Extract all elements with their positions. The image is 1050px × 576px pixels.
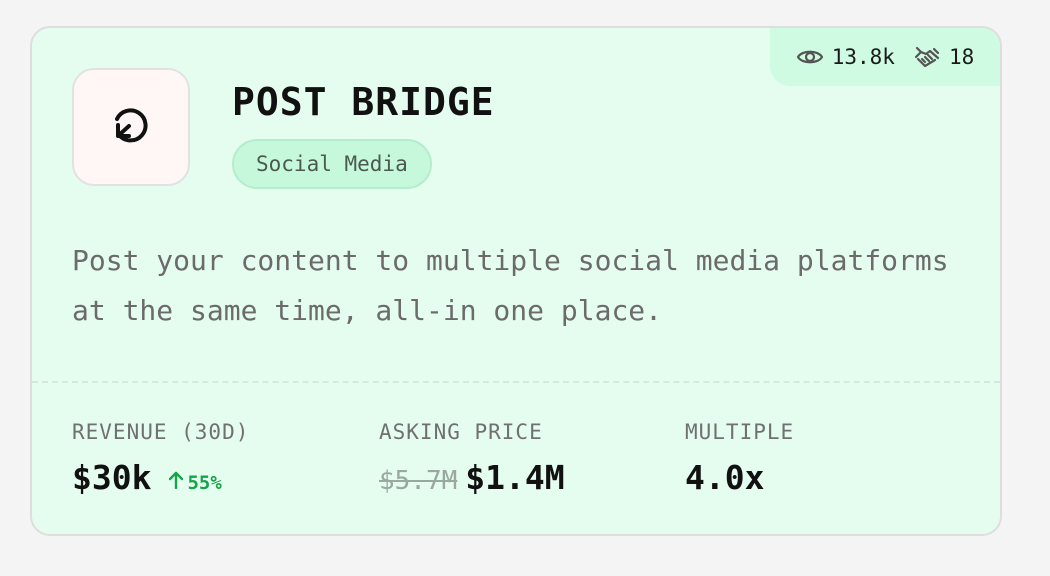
multiple-metric: MULTIPLE 4.0x xyxy=(685,420,794,497)
asking-price-label: ASKING PRICE xyxy=(379,420,543,444)
rotate-ccw-arrow-icon xyxy=(108,102,154,152)
product-description: Post your content to multiple social med… xyxy=(72,244,949,327)
stats-chip: 13.8k 18 xyxy=(770,28,1000,86)
revenue-growth: 55% xyxy=(169,471,222,494)
eye-icon xyxy=(796,47,824,67)
multiple-value: 4.0x xyxy=(685,458,765,497)
multiple-label: MULTIPLE xyxy=(685,420,795,444)
arrow-up-icon xyxy=(169,471,184,494)
revenue-label: REVENUE (30D) xyxy=(72,420,250,444)
offers-stat: 18 xyxy=(913,44,974,70)
divider xyxy=(32,381,1000,383)
views-stat: 13.8k xyxy=(796,45,895,69)
asking-price-value: $1.4M xyxy=(465,458,565,497)
category-badge[interactable]: Social Media xyxy=(232,139,432,189)
asking-price-row: $5.7M $1.4M xyxy=(379,458,565,497)
original-price: $5.7M xyxy=(379,466,458,496)
revenue-value-row: $30k 55% xyxy=(72,458,249,497)
product-title[interactable]: POST BRIDGE xyxy=(232,80,495,124)
views-count: 13.8k xyxy=(831,45,895,69)
offers-count: 18 xyxy=(948,45,975,69)
asking-price-metric: ASKING PRICE $5.7M $1.4M xyxy=(379,420,565,497)
product-logo xyxy=(72,68,190,186)
handshake-icon xyxy=(913,44,941,70)
multiple-value-row: 4.0x xyxy=(685,458,794,497)
listing-card[interactable]: 13.8k 18 POST BRIDGE Social Media Post y… xyxy=(30,26,1002,536)
revenue-value: $30k xyxy=(72,458,152,497)
revenue-growth-value: 55% xyxy=(187,471,222,494)
revenue-metric: REVENUE (30D) $30k 55% xyxy=(72,420,249,497)
